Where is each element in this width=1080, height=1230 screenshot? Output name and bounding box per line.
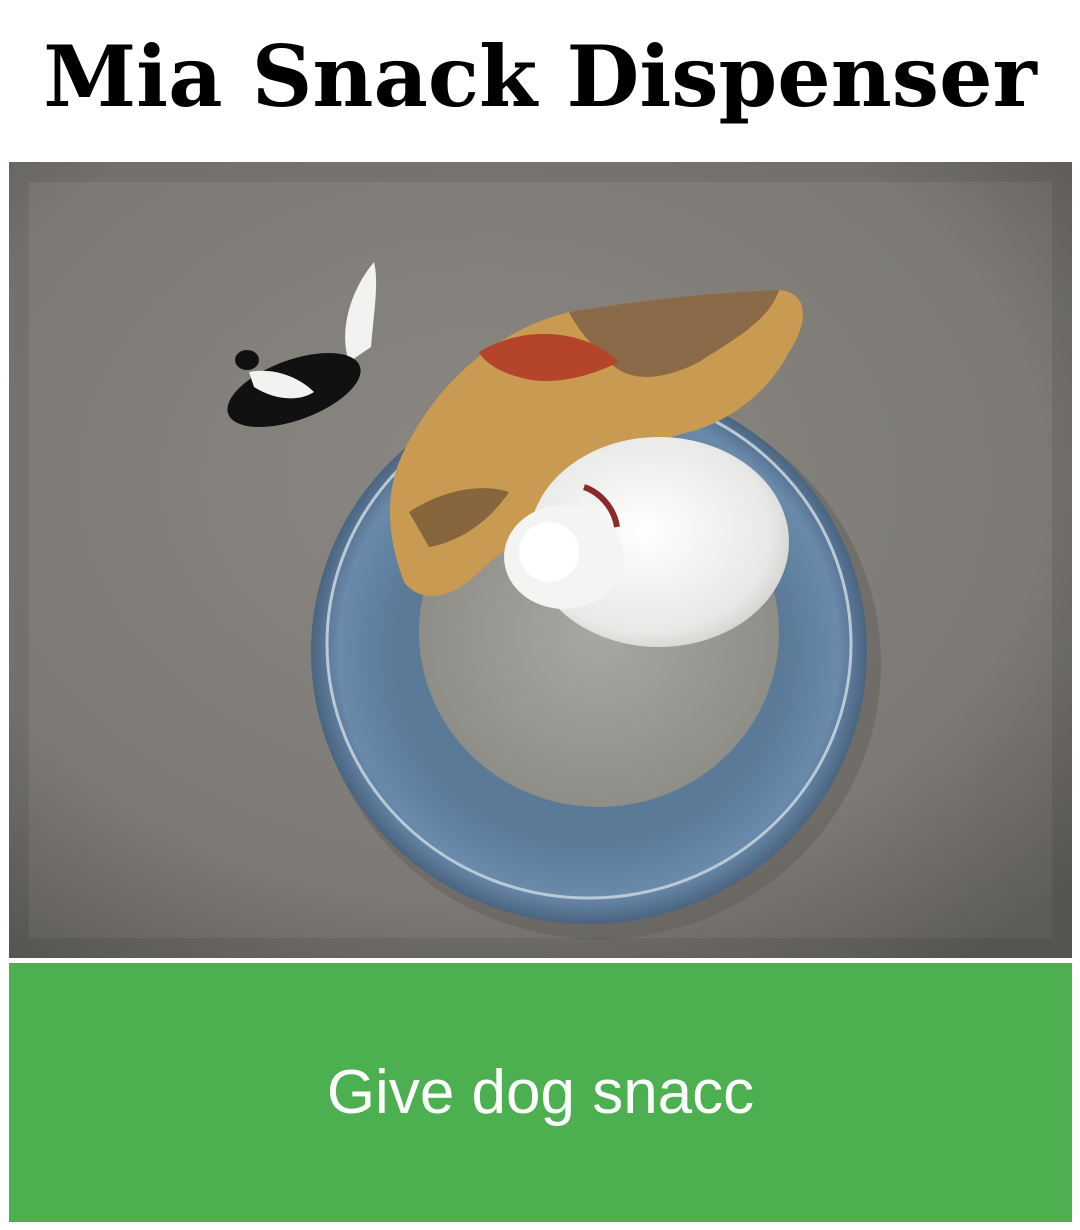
camera-feed-image	[9, 162, 1072, 958]
give-snack-button[interactable]: Give dog snacc	[9, 963, 1072, 1222]
page-title: Mia Snack Dispenser	[43, 27, 1037, 126]
